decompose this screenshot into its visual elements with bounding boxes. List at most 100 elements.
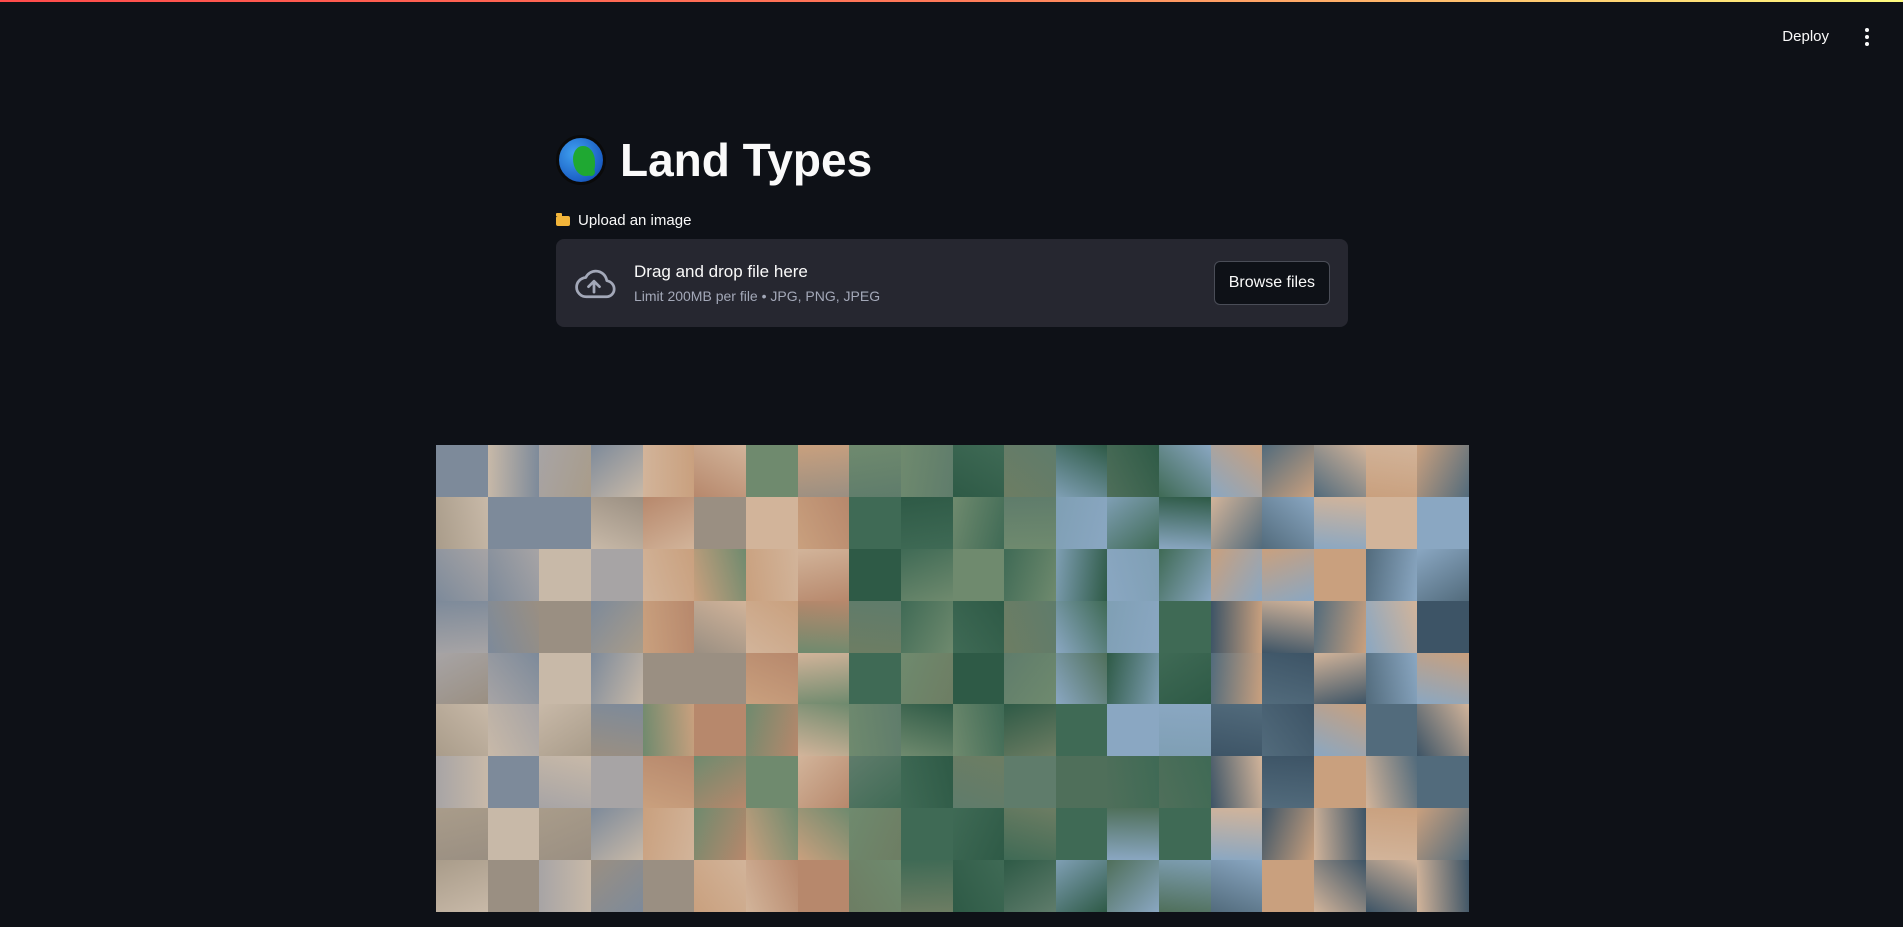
app-toolbar: Deploy	[1774, 22, 1879, 51]
mosaic-tile	[1107, 445, 1160, 497]
mosaic-tile	[642, 548, 695, 601]
mosaic-tile	[1055, 652, 1108, 705]
mosaic-tile	[1004, 808, 1056, 861]
mosaic-tile	[900, 600, 953, 653]
mosaic-tile	[900, 445, 953, 497]
mosaic-tile	[436, 496, 488, 549]
mosaic-tile	[642, 704, 695, 757]
mosaic-tile	[1107, 860, 1160, 912]
mosaic-tile	[1365, 496, 1418, 549]
mosaic-tile	[745, 860, 798, 912]
mosaic-tile	[1210, 860, 1263, 912]
mosaic-tile	[1210, 600, 1263, 653]
mosaic-tile	[487, 600, 540, 653]
mosaic-tile	[849, 652, 901, 705]
mosaic-tile	[436, 652, 488, 705]
mosaic-tile	[1314, 652, 1366, 705]
mosaic-tile	[1365, 652, 1418, 705]
mosaic-tile	[745, 704, 798, 757]
mosaic-tile	[797, 548, 850, 601]
mosaic-tile	[642, 860, 695, 912]
browse-files-button[interactable]: Browse files	[1213, 261, 1330, 305]
mosaic-tile	[1365, 756, 1418, 809]
title-row: Land Types	[556, 120, 1348, 200]
mosaic-tile	[1314, 445, 1366, 497]
mosaic-tile	[952, 808, 1005, 861]
mosaic-tile	[1159, 756, 1211, 809]
mosaic-tile	[849, 756, 901, 809]
mosaic-tile	[900, 808, 953, 861]
mosaic-tile	[1262, 496, 1315, 549]
mosaic-tile	[590, 652, 643, 705]
mosaic-tile	[539, 600, 591, 653]
mosaic-tile	[952, 600, 1005, 653]
mosaic-tile	[797, 445, 850, 497]
mosaic-tile	[952, 860, 1005, 912]
mosaic-tile	[900, 704, 953, 757]
mosaic-tile	[797, 860, 850, 912]
mosaic-tile	[1004, 548, 1056, 601]
mosaic-tile	[1055, 808, 1108, 861]
mosaic-tile	[952, 496, 1005, 549]
mosaic-tile	[745, 496, 798, 549]
vertical-ellipsis-icon[interactable]	[1855, 23, 1879, 51]
file-dropzone[interactable]: Drag and drop file here Limit 200MB per …	[556, 239, 1348, 327]
mosaic-tile	[849, 445, 901, 497]
mosaic-tile	[539, 860, 591, 912]
mosaic-tile	[1417, 496, 1469, 549]
dropzone-title: Drag and drop file here	[634, 262, 808, 281]
open-folder-icon	[556, 212, 570, 226]
mosaic-tile	[539, 756, 591, 809]
cloud-upload-icon	[575, 269, 616, 299]
mosaic-tile	[1417, 860, 1469, 912]
mosaic-tile	[1159, 860, 1211, 912]
mosaic-tile	[590, 496, 643, 549]
mosaic-tile	[1314, 704, 1366, 757]
deploy-button[interactable]: Deploy	[1774, 22, 1837, 51]
mosaic-tile	[900, 756, 953, 809]
mosaic-tile	[1417, 808, 1469, 861]
mosaic-tile	[694, 445, 746, 497]
mosaic-tile	[1055, 704, 1108, 757]
mosaic-tile	[590, 808, 643, 861]
mosaic-tile	[1262, 756, 1315, 809]
mosaic-tile	[1314, 808, 1366, 861]
mosaic-tile	[797, 600, 850, 653]
mosaic-tile	[436, 704, 488, 757]
mosaic-tile	[1262, 704, 1315, 757]
mosaic-tile	[1314, 496, 1366, 549]
satellite-land-type-mosaic	[436, 445, 1469, 912]
mosaic-tile	[694, 704, 746, 757]
mosaic-tile	[1417, 652, 1469, 705]
mosaic-tile	[1262, 548, 1315, 601]
mosaic-tile	[745, 445, 798, 497]
mosaic-tile	[1107, 808, 1160, 861]
mosaic-tile	[1210, 496, 1263, 549]
mosaic-tile	[694, 496, 746, 549]
mosaic-tile	[487, 860, 540, 912]
mosaic-tile	[1107, 652, 1160, 705]
mosaic-tile	[1210, 756, 1263, 809]
mosaic-tile	[797, 496, 850, 549]
dropzone-subtitle: Limit 200MB per file • JPG, PNG, JPEG	[634, 288, 881, 304]
mosaic-tile	[1055, 756, 1108, 809]
mosaic-tile	[487, 704, 540, 757]
mosaic-tile	[849, 600, 901, 653]
mosaic-tile	[1314, 860, 1366, 912]
mosaic-tile	[487, 548, 540, 601]
mosaic-tile	[590, 860, 643, 912]
mosaic-tile	[1004, 704, 1056, 757]
mosaic-tile	[1159, 808, 1211, 861]
mosaic-tile	[436, 548, 488, 601]
mosaic-tile	[642, 445, 695, 497]
mosaic-tile	[694, 808, 746, 861]
mosaic-tile	[952, 704, 1005, 757]
mosaic-tile	[1262, 600, 1315, 653]
mosaic-tile	[694, 548, 746, 601]
mosaic-tile	[1210, 808, 1263, 861]
mosaic-tile	[1107, 600, 1160, 653]
mosaic-tile	[1365, 548, 1418, 601]
mosaic-tile	[1055, 860, 1108, 912]
mosaic-tile	[1314, 756, 1366, 809]
dropzone-text: Drag and drop file here Limit 200MB per …	[634, 262, 1214, 304]
